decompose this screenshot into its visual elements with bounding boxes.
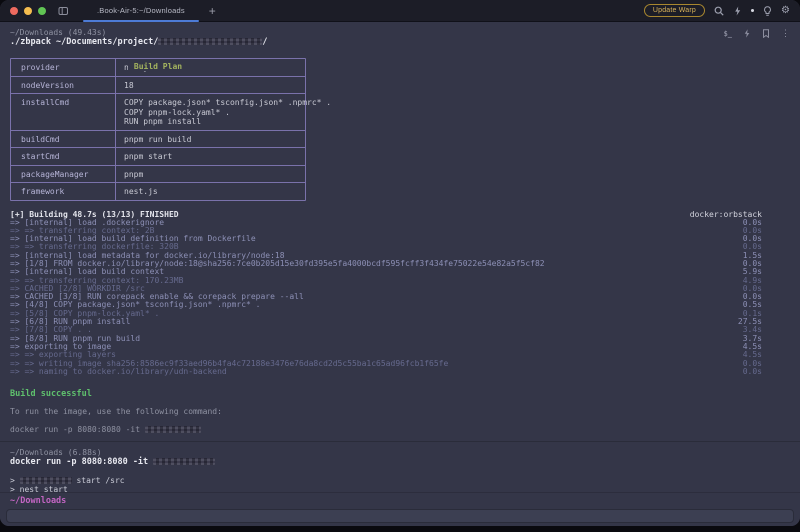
block1-header: ~/Downloads (49.43s) bbox=[10, 28, 800, 37]
docker-log-line: => => transferring dockerfile: 320B0.0s bbox=[10, 243, 762, 251]
docker-log-line: => => exporting layers4.5s bbox=[10, 351, 762, 359]
build-plan-row: packageManagerpnpm bbox=[11, 165, 305, 183]
bulb-icon[interactable] bbox=[763, 6, 772, 16]
warp-terminal-window: .Book-Air-5:~/Downloads + Update Warp bbox=[0, 0, 800, 526]
docker-log-line: => [6/8] RUN pnpm install27.5s bbox=[10, 318, 762, 326]
docker-log-line: => [7/8] COPY . .3.4s bbox=[10, 326, 762, 334]
docker-log-line: => [8/8] RUN pnpm run build3.7s bbox=[10, 335, 762, 343]
minimize-window-button[interactable] bbox=[24, 7, 32, 15]
redacted-project-path bbox=[158, 38, 262, 45]
docker-log-line: => => transferring context: 2B0.0s bbox=[10, 227, 762, 235]
build-plan-row: installCmdCOPY package.json* tsconfig.js… bbox=[11, 93, 305, 130]
block-actions: $_ ⋮ bbox=[724, 29, 790, 38]
build-plan-table: Build Plan providernodejsnodeVersion18in… bbox=[10, 58, 306, 201]
notification-dot bbox=[751, 9, 754, 12]
block-divider bbox=[0, 441, 800, 442]
title-bar: .Book-Air-5:~/Downloads + Update Warp bbox=[0, 0, 800, 22]
docker-log-line: => [internal] load build definition from… bbox=[10, 235, 762, 243]
close-window-button[interactable] bbox=[10, 7, 18, 15]
build-plan-title: Build Plan bbox=[11, 54, 305, 73]
docker-run-command: docker run -p 8080:8080 -it bbox=[10, 457, 800, 468]
building-status: [+] Building 48.7s (13/13) FINISHED bbox=[10, 210, 179, 219]
run-hint: To run the image, use the following comm… bbox=[10, 407, 800, 417]
redacted-package-name bbox=[20, 477, 72, 484]
redacted-image-name bbox=[145, 426, 201, 433]
new-tab-button[interactable]: + bbox=[209, 6, 216, 16]
block2-header: ~/Downloads (6.88s) bbox=[10, 448, 800, 457]
terminal-body: $_ ⋮ ~/Downloads (49.43s) ./zbpack ~/Doc… bbox=[0, 22, 800, 526]
docker-log-line: => [4/8] COPY package.json* tsconfig.jso… bbox=[10, 301, 762, 309]
docker-log-line: => [5/8] COPY pnpm-lock.yaml* .0.1s bbox=[10, 310, 762, 318]
docker-log-line: => [internal] load metadata for docker.i… bbox=[10, 252, 762, 260]
search-icon[interactable] bbox=[714, 6, 724, 16]
docker-log-line: => CACHED [3/8] RUN corepack enable && c… bbox=[10, 293, 762, 301]
docker-log-line: => CACHED [2/8] WORKDIR /src0.0s bbox=[10, 285, 762, 293]
command-input[interactable] bbox=[6, 509, 794, 523]
build-plan-rows: providernodejsnodeVersion18installCmdCOP… bbox=[11, 59, 305, 200]
build-plan-row: startCmdpnpm start bbox=[11, 147, 305, 165]
docker-log-line: => => transferring context: 170.23MB4.9s bbox=[10, 277, 762, 285]
terminal-block-icon[interactable]: $_ bbox=[724, 30, 732, 38]
build-plan-row: buildCmdpnpm run build bbox=[11, 130, 305, 148]
docker-lines: => [internal] load .dockerignore0.0s=> =… bbox=[10, 219, 762, 377]
bookmark-icon[interactable] bbox=[762, 29, 770, 38]
current-input-block: ~/Downloads bbox=[0, 492, 800, 526]
docker-build-output: [+] Building 48.7s (13/13) FINISHED dock… bbox=[10, 210, 800, 377]
current-prompt-cwd: ~/Downloads bbox=[10, 496, 800, 506]
launch-config-icon[interactable] bbox=[58, 6, 69, 16]
docker-log-line: => [1/8] FROM docker.io/library/node:18@… bbox=[10, 260, 762, 268]
lightning-icon[interactable] bbox=[743, 29, 751, 38]
gear-icon[interactable]: ⚙ bbox=[781, 6, 790, 16]
terminal-tab[interactable]: .Book-Air-5:~/Downloads bbox=[83, 0, 199, 22]
docker-log-line: => => naming to docker.io/library/udn-ba… bbox=[10, 368, 762, 376]
docker-log-line: => => writing image sha256:8586ec9f33aed… bbox=[10, 360, 762, 368]
update-warp-button[interactable]: Update Warp bbox=[644, 4, 705, 17]
zbpack-command: ./zbpack ~/Documents/project// bbox=[10, 37, 800, 48]
build-plan-row: frameworknest.js bbox=[11, 182, 305, 200]
zoom-window-button[interactable] bbox=[38, 7, 46, 15]
build-plan-row: nodeVersion18 bbox=[11, 76, 305, 94]
run-hint-command: docker run -p 8080:8080 -it bbox=[10, 425, 800, 435]
docker-log-line: => [internal] load build context5.9s bbox=[10, 268, 762, 276]
docker-status-line: [+] Building 48.7s (13/13) FINISHED dock… bbox=[10, 210, 762, 219]
docker-log-line: => exporting to image4.5s bbox=[10, 343, 762, 351]
tab-title: .Book-Air-5:~/Downloads bbox=[97, 6, 185, 15]
traffic-lights bbox=[10, 7, 46, 15]
docker-log-line: => [internal] load .dockerignore0.0s bbox=[10, 219, 762, 227]
npm-script-line: > start /src bbox=[10, 476, 800, 485]
sparkle-icon[interactable] bbox=[733, 6, 742, 16]
redacted-image-name bbox=[153, 458, 215, 465]
build-successful-message: Build successful bbox=[10, 390, 800, 399]
kebab-menu-icon[interactable]: ⋮ bbox=[781, 30, 790, 38]
